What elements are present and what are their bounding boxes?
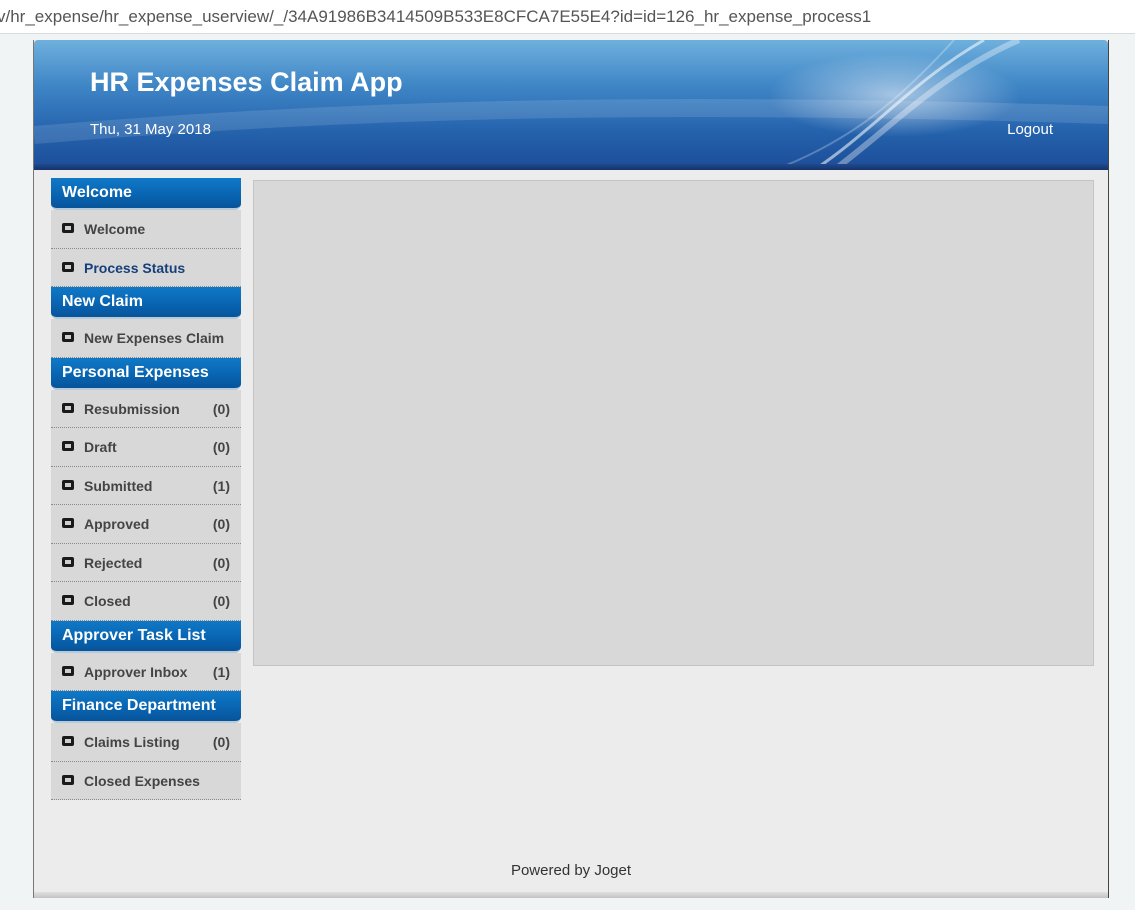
menu-item-label: Process Status: [84, 259, 186, 276]
address-url[interactable]: v/hr_expense/hr_expense_userview/_/34A91…: [0, 7, 871, 27]
logout-link[interactable]: Logout: [1007, 121, 1053, 138]
category-approver-task-list[interactable]: Approver Task List: [51, 620, 241, 653]
menu-item-count: (0): [212, 593, 230, 609]
menu-item-closed[interactable]: Closed (0): [51, 582, 241, 621]
menu-item-process-status[interactable]: Process Status: [51, 248, 241, 287]
app-page: HR Expenses Claim App Thu, 31 May 2018 L…: [33, 40, 1109, 898]
menu-item-closed-expenses[interactable]: Closed Expenses: [51, 761, 241, 800]
menu-item-submitted[interactable]: Submitted (1): [51, 466, 241, 505]
category-personal-expenses[interactable]: Personal Expenses: [51, 357, 241, 390]
bullet-icon: [62, 332, 74, 342]
menu-item-label: Resubmission: [84, 400, 180, 417]
current-date: Thu, 31 May 2018: [90, 121, 211, 138]
header-swoosh-decoration: [34, 40, 1108, 170]
bullet-icon: [62, 261, 74, 272]
menu-item-new-expenses-claim[interactable]: New Expenses Claim: [51, 319, 241, 358]
bullet-icon: [62, 736, 74, 746]
category-finance-department[interactable]: Finance Department: [51, 691, 241, 723]
menu-item-approver-inbox[interactable]: Approver Inbox (1): [51, 652, 241, 691]
bullet-icon: [62, 441, 74, 451]
menu-item-count: (0): [212, 516, 230, 532]
menu-item-label: Approver Inbox: [84, 663, 188, 680]
menu-item-label: New Expenses Claim: [84, 330, 225, 346]
category-new-claim[interactable]: New Claim: [51, 287, 241, 319]
menu-item-count: (0): [212, 439, 230, 455]
bullet-icon: [62, 595, 74, 605]
menu-item-count: (0): [212, 554, 230, 571]
app-title: HR Expenses Claim App: [90, 67, 403, 97]
bullet-icon: [62, 556, 74, 567]
main-content-panel: [253, 180, 1094, 666]
menu-item-label: Draft: [84, 439, 117, 455]
menu-item-draft[interactable]: Draft (0): [51, 428, 241, 467]
header-bottom-shade: [34, 164, 1108, 170]
category-welcome[interactable]: Welcome: [51, 178, 241, 210]
menu-item-count: (1): [212, 663, 230, 680]
menu-item-count: (0): [212, 734, 230, 750]
footer-powered-by: Powered by Joget: [510, 862, 632, 879]
menu-item-label: Submitted: [84, 477, 153, 494]
bullet-icon: [62, 479, 74, 490]
menu-item-label: Closed Expenses: [84, 772, 200, 789]
bullet-icon: [62, 518, 74, 528]
menu-item-label: Approved: [84, 516, 150, 532]
menu-item-count: (0): [212, 400, 230, 417]
menu-item-resubmission[interactable]: Resubmission (0): [51, 389, 241, 428]
menu-item-label: Rejected: [84, 554, 143, 571]
menu-item-rejected[interactable]: Rejected (0): [51, 543, 241, 582]
menu-item-welcome[interactable]: Welcome: [51, 210, 241, 249]
browser-address-bar[interactable]: v/hr_expense/hr_expense_userview/_/34A91…: [0, 0, 1135, 34]
bullet-icon: [62, 223, 74, 233]
bullet-icon: [62, 402, 74, 413]
app-header: HR Expenses Claim App Thu, 31 May 2018 L…: [34, 40, 1108, 170]
menu-item-label: Claims Listing: [84, 734, 180, 750]
bullet-icon: [62, 665, 74, 676]
menu-item-count: (1): [212, 477, 230, 494]
menu-item-claims-listing[interactable]: Claims Listing (0): [51, 723, 241, 762]
menu-item-label: Welcome: [84, 221, 146, 237]
menu-item-label: Closed: [84, 593, 131, 609]
sidebar-menu: Welcome Welcome Process Status New Claim…: [51, 178, 241, 800]
menu-item-approved[interactable]: Approved (0): [51, 505, 241, 544]
page-bottom-bar: [34, 892, 1108, 898]
bullet-icon: [62, 774, 74, 785]
